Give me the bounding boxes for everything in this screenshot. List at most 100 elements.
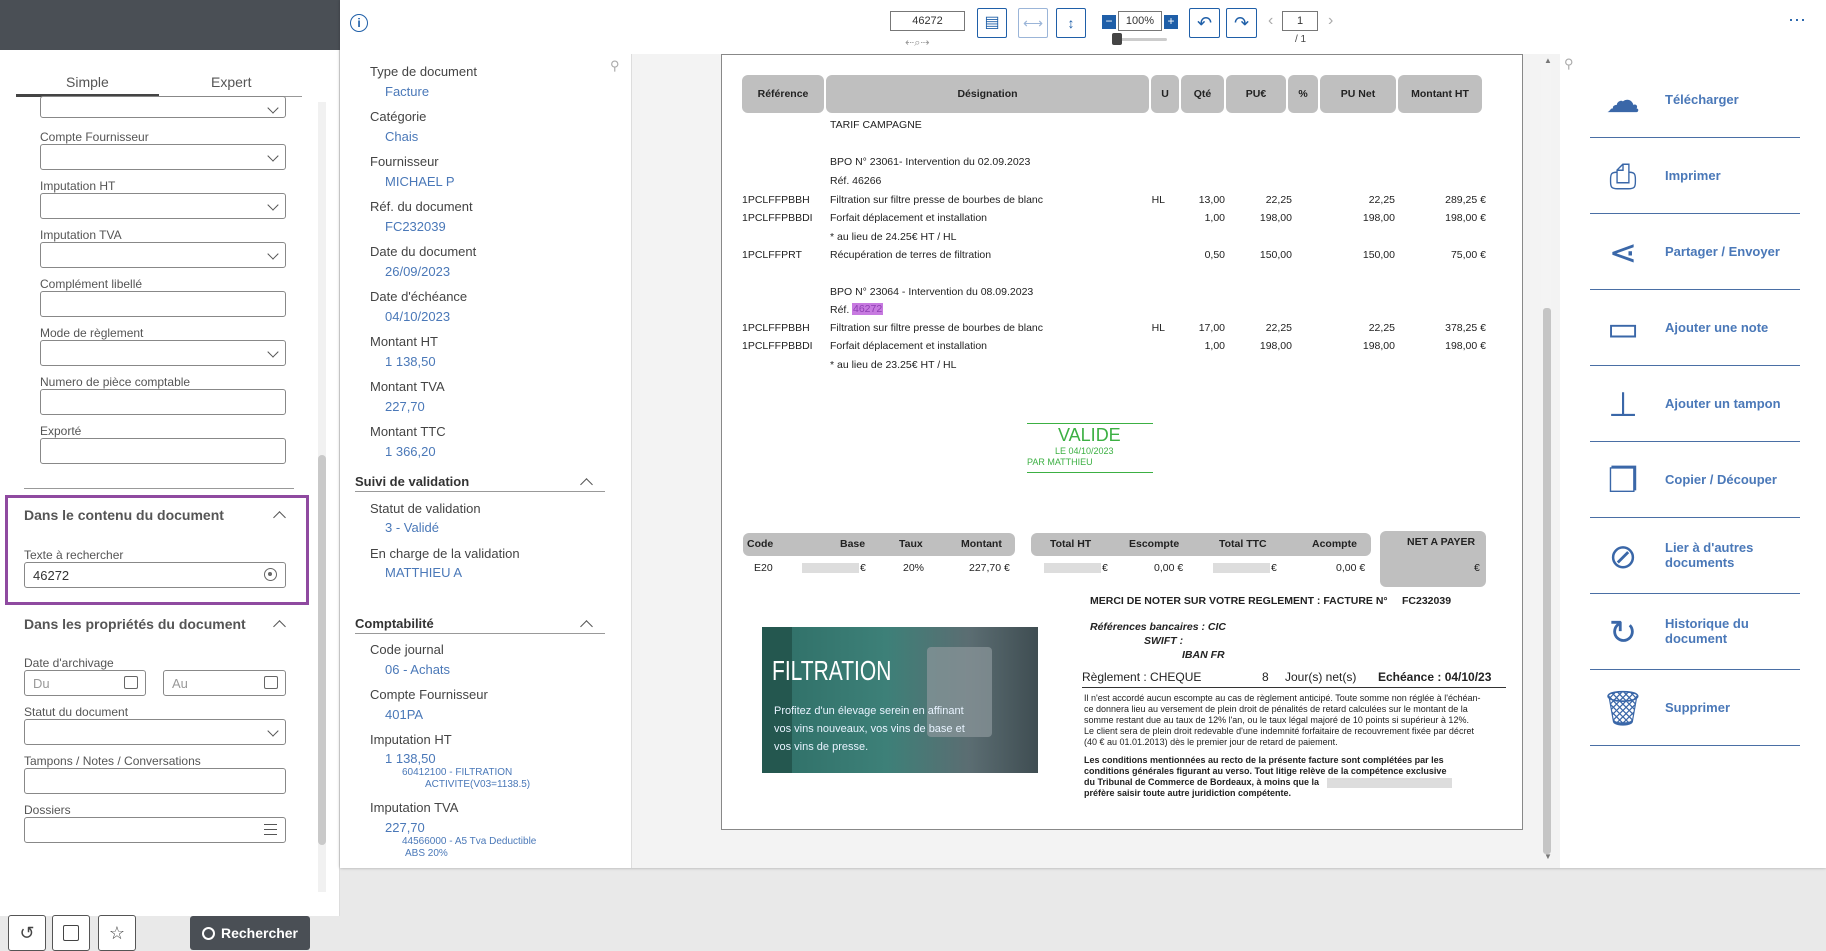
cell-ref: 1PCLFFPBBH [742, 194, 810, 206]
doc-search-input[interactable]: 46272 [890, 11, 965, 31]
doc-scrollbar-thumb[interactable] [1543, 308, 1551, 854]
actions-panel: ⚲ ☁ Télécharger ⎙ Imprimer ⋖ Partager / Envoy… [1560, 54, 1826, 868]
scroll-down-arrow[interactable]: ▼ [1544, 852, 1552, 861]
legal-line: conditions générales figurant au verso. … [1084, 766, 1447, 776]
col-header: % [1288, 75, 1318, 113]
select-field-top[interactable] [40, 96, 286, 118]
reset-button[interactable]: ↺ [8, 915, 46, 951]
cell-ref: 1PCLFFPBBDI [742, 212, 813, 224]
imputation-ht-select[interactable] [40, 193, 286, 219]
property-label: Montant HT [370, 334, 438, 349]
field-label: Imputation TVA [40, 228, 122, 242]
zoom-input[interactable]: 100% [1118, 11, 1162, 31]
cell-des: Filtration sur filtre presse de bourbes … [830, 194, 1044, 206]
favorite-button[interactable]: ☆ [98, 915, 136, 951]
cell-pu: 22,25 [1265, 194, 1292, 206]
stamps-input[interactable] [24, 768, 286, 794]
content-section-title[interactable]: Dans le contenu du document [24, 507, 224, 523]
rotate-left-button[interactable]: ↶ [1189, 8, 1220, 38]
validation-stamp: VALIDE LE 04/10/2023 PAR MATTHIEU [1027, 423, 1153, 473]
chevron-up-icon[interactable] [580, 620, 593, 633]
pin-icon[interactable]: ⚲ [1564, 56, 1574, 72]
status-select[interactable] [24, 719, 286, 745]
list-icon[interactable] [264, 824, 277, 835]
action-trash[interactable]: 🗑 Supprimer [1590, 670, 1800, 746]
cell-des: Récupération de terres de filtration [830, 249, 992, 261]
property-label: Date du document [370, 244, 477, 259]
reglement: Règlement : CHEQUE [1082, 670, 1202, 684]
date-from-input[interactable]: Du [24, 670, 146, 696]
mode-reglement-select[interactable] [40, 340, 286, 366]
stamp-date: LE 04/10/2023 [1055, 446, 1114, 456]
action-link[interactable]: ⊘ Lier à d'autres documents [1590, 518, 1800, 594]
property-label: Montant TVA [370, 379, 445, 394]
compte-fournisseur-select[interactable] [40, 144, 286, 170]
more-options-icon[interactable]: ⋯ [1788, 10, 1807, 31]
tab-expert[interactable]: Expert [211, 74, 251, 90]
action-copy[interactable]: ❐ Copier / Découper [1590, 442, 1800, 518]
target-icon[interactable] [264, 568, 277, 581]
action-label: Copier / Découper [1665, 472, 1777, 487]
zoom-slider-handle[interactable] [1112, 33, 1122, 45]
search-button[interactable]: Rechercher [190, 916, 310, 950]
legal-line: somme restant due au taux de 12% l'an, o… [1084, 715, 1469, 725]
net-header: NET A PAYER [1407, 536, 1476, 548]
tot-base: € [860, 562, 866, 574]
page-value: 1 [1296, 15, 1304, 27]
save-search-button[interactable] [52, 915, 90, 951]
scroll-up-arrow[interactable]: ▲ [1544, 56, 1552, 65]
calendar-icon[interactable] [264, 676, 278, 689]
calendar-icon[interactable] [124, 676, 138, 689]
exporte-input[interactable] [40, 438, 286, 464]
props-section-title[interactable]: Dans les propriétés du document [24, 616, 246, 632]
pin-icon[interactable]: ⚲ [610, 58, 620, 74]
rotate-right-button[interactable]: ↷ [1226, 8, 1257, 38]
info-icon[interactable]: i [350, 14, 368, 32]
left-scrollbar-thumb[interactable] [318, 455, 326, 845]
supplier-value: 401PA [385, 707, 424, 722]
action-history[interactable]: ↻ Historique du document [1590, 594, 1800, 670]
fit-height-icon: ↕ [1067, 15, 1075, 31]
legal-line: Le client sera de plein droit redevable … [1084, 726, 1474, 736]
cell-punet: 198,00 [1362, 212, 1395, 224]
invoice-page: Référence Désignation U Qté PU€ % PU Net… [721, 54, 1523, 830]
action-label: Supprimer [1665, 700, 1731, 715]
accounting-title[interactable]: Comptabilité [355, 616, 434, 631]
comments-toggle[interactable]: ▤ [977, 8, 1007, 38]
search-nav-icons[interactable]: ⇠⌕⇢ [905, 36, 930, 50]
fit-height-button[interactable]: ↕ [1056, 8, 1086, 38]
journal-value: 06 - Achats [385, 662, 451, 677]
property-label: Fournisseur [370, 154, 439, 169]
property-value: 04/10/2023 [385, 309, 451, 324]
zoom-in-button[interactable]: + [1164, 15, 1178, 29]
next-page-icon[interactable]: › [1328, 12, 1333, 30]
validation-title[interactable]: Suivi de validation [355, 474, 469, 489]
cell-u: HL [1151, 322, 1165, 334]
cloud-download-icon: ☁ [1606, 82, 1640, 120]
action-printer[interactable]: ⎙ Imprimer [1590, 138, 1800, 214]
tarif-text: TARIF CAMPAGNE [830, 119, 922, 131]
action-cloud-download[interactable]: ☁ Télécharger [1590, 62, 1800, 138]
merci-text: MERCI DE NOTER SUR VOTRE REGLEMENT : FAC… [1090, 595, 1388, 607]
fit-width-button[interactable]: ⟷ [1018, 8, 1048, 38]
tab-simple[interactable]: Simple [66, 74, 109, 90]
chevron-up-icon[interactable] [580, 478, 593, 491]
text-search-input[interactable]: 46272 [24, 562, 286, 588]
numero-piece-input[interactable] [40, 389, 286, 415]
rule [1082, 687, 1506, 688]
chevron-up-icon[interactable] [273, 620, 286, 633]
zoom-out-button[interactable]: − [1102, 15, 1116, 29]
page-input[interactable]: 1 [1282, 11, 1318, 31]
col-header: Référence [742, 75, 824, 113]
prev-page-icon[interactable]: ‹ [1268, 12, 1273, 30]
action-note[interactable]: ▭ Ajouter une note [1590, 290, 1800, 366]
date-to-input[interactable]: Au [163, 670, 286, 696]
folders-input[interactable] [24, 817, 286, 843]
complement-libelle-input[interactable] [40, 291, 286, 317]
action-share[interactable]: ⋖ Partager / Envoyer [1590, 214, 1800, 290]
reglement-jours: Jour(s) net(s) [1285, 670, 1357, 684]
action-stamp[interactable]: ⊥ Ajouter un tampon [1590, 366, 1800, 442]
left-header-bar [0, 0, 340, 50]
search-button-label: Rechercher [220, 925, 299, 941]
imputation-tva-select[interactable] [40, 242, 286, 268]
